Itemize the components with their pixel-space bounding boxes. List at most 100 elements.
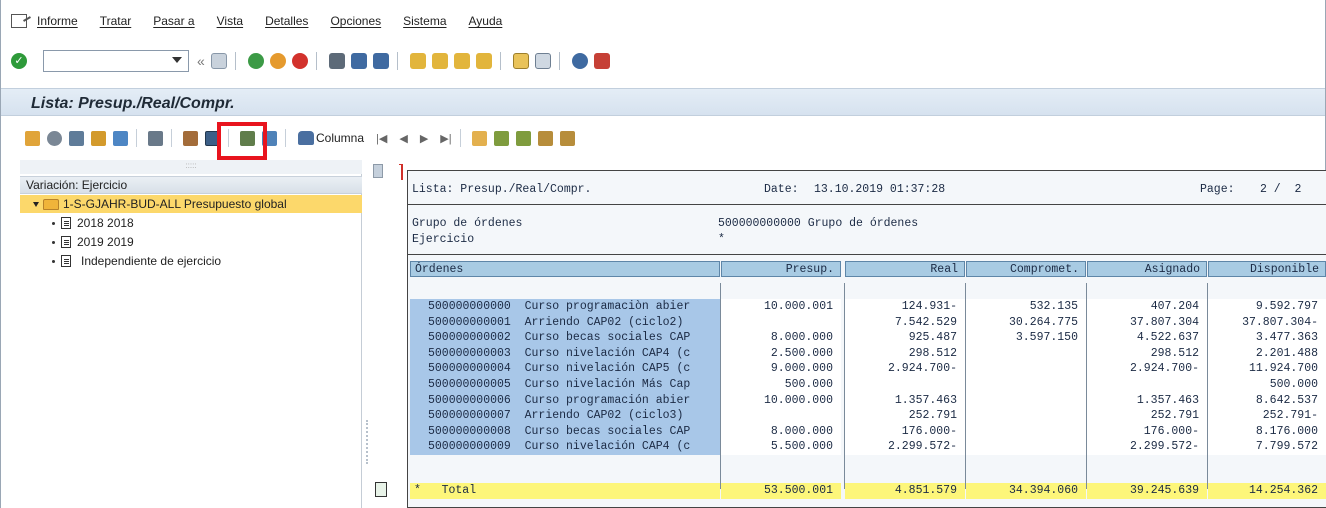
table-row-label: 500000000000 Curso programaciòn abier xyxy=(410,299,720,315)
find-icon[interactable] xyxy=(350,53,367,69)
column-header: Asignado xyxy=(1087,261,1207,277)
table-cell: 176.000- xyxy=(1087,423,1207,440)
report-selection-info: Grupo de órdenes 500000000000 Grupo de ó… xyxy=(408,205,1326,255)
tree-root-node[interactable]: 1-S-GJAHR-BUD-ALL Presupuesto global xyxy=(20,195,362,213)
column-header: Compromet. xyxy=(966,261,1086,277)
date-label: Date: xyxy=(764,183,799,196)
enter-check-icon[interactable]: ✓ xyxy=(11,53,27,69)
last-page-icon[interactable] xyxy=(475,53,492,69)
command-field[interactable] xyxy=(43,50,189,72)
table-cell xyxy=(966,392,1086,409)
exit-icon[interactable] xyxy=(269,53,286,69)
layout-menu-icon[interactable] xyxy=(593,53,610,69)
save-icon[interactable] xyxy=(210,53,227,69)
collapse-chevron[interactable]: « xyxy=(197,53,205,69)
table-cell: 9.592.797 xyxy=(1208,299,1326,315)
last-column-icon[interactable]: ▶| xyxy=(440,132,451,145)
column-button[interactable]: Columna xyxy=(298,131,364,145)
table-cell xyxy=(721,408,841,425)
table-cell: 3.477.363 xyxy=(1208,330,1326,347)
table-cell: 7.799.572 xyxy=(1208,439,1326,456)
menu-sistema[interactable]: Sistema xyxy=(403,14,446,28)
help-icon[interactable] xyxy=(571,53,588,69)
chevron-down-icon[interactable] xyxy=(172,57,182,63)
table-cell: 2.924.700- xyxy=(845,361,965,378)
menu-tratar[interactable]: Tratar xyxy=(100,14,132,28)
expand-triangle-icon[interactable] xyxy=(33,201,39,207)
table-cell: 2.299.572- xyxy=(1087,439,1207,456)
menu-detalles[interactable]: Detalles xyxy=(265,14,308,28)
report-date: 13.10.2019 01:37:28 xyxy=(814,183,946,196)
table-cell: 407.204 xyxy=(1087,299,1207,315)
table-cell: 37.807.304- xyxy=(1208,314,1326,331)
tree-item-2019[interactable]: 2019 2019 xyxy=(20,233,362,251)
tree-item-2018[interactable]: 2018 2018 xyxy=(20,214,362,232)
cancel-icon[interactable] xyxy=(291,53,308,69)
left-navigation-panel: ::::: Variación: Ejercicio 1-S-GJAHR-BUD… xyxy=(20,160,362,508)
table-cell: 10.000.001 xyxy=(721,299,841,315)
table-cell xyxy=(845,377,965,393)
filter-icon[interactable] xyxy=(148,130,163,146)
column-label: Columna xyxy=(316,131,365,145)
tree-expand-icon[interactable] xyxy=(493,130,509,146)
tree-header: Variación: Ejercicio xyxy=(20,176,362,194)
table-cell: 10.000.000 xyxy=(721,392,841,409)
column-divider xyxy=(1086,283,1087,489)
total-cell: 39.245.639 xyxy=(1087,483,1207,499)
binoculars-icon xyxy=(298,131,314,145)
clipboard-icon[interactable] xyxy=(375,482,387,497)
menu-vista[interactable]: Vista xyxy=(217,14,243,28)
find-next-icon[interactable] xyxy=(372,53,389,69)
table-cell: 4.522.637 xyxy=(1087,330,1207,347)
menu-opciones[interactable]: Opciones xyxy=(330,14,381,28)
previous-page-icon[interactable] xyxy=(431,53,448,69)
menu-informe[interactable]: Informe xyxy=(37,14,78,28)
menu-pasar-a[interactable]: Pasar a xyxy=(153,14,194,28)
print-icon[interactable] xyxy=(328,53,345,69)
menu-ayuda[interactable]: Ayuda xyxy=(469,14,503,28)
first-column-icon[interactable]: |◀ xyxy=(376,132,387,145)
info-icon[interactable] xyxy=(113,130,128,146)
document-icon xyxy=(61,217,71,229)
table-cell xyxy=(966,345,1086,362)
table-cell xyxy=(1087,377,1207,393)
back-icon[interactable] xyxy=(247,53,264,69)
table-cell: 3.597.150 xyxy=(966,330,1086,347)
layout-icon[interactable] xyxy=(91,130,106,146)
table-cell xyxy=(966,408,1086,425)
shortcut-icon[interactable] xyxy=(534,53,551,69)
tree-item-independent[interactable]: Independiente de ejercicio xyxy=(20,252,362,270)
hierarchy-icon[interactable] xyxy=(25,130,40,146)
table-row-label: 500000000009 Curso nivelación CAP4 (c xyxy=(410,439,720,456)
table-cell: 5.500.000 xyxy=(721,439,841,456)
year-label: Ejercicio xyxy=(412,233,475,246)
sort-icon[interactable] xyxy=(183,130,198,146)
table-cell: 30.264.775 xyxy=(966,314,1086,331)
total-cell: 34.394.060 xyxy=(966,483,1086,499)
red-highlight-box xyxy=(217,122,267,160)
table-cell: 8.000.000 xyxy=(721,330,841,347)
tree-collapse-icon[interactable] xyxy=(515,130,531,146)
column-header: Presup. xyxy=(721,261,841,277)
report-header: Lista: Presup./Real/Compr. Date: 13.10.2… xyxy=(408,171,1326,205)
new-session-icon[interactable] xyxy=(512,53,529,69)
next-column-icon[interactable]: ▶ xyxy=(420,132,428,145)
tree-root-label: 1-S-GJAHR-BUD-ALL Presupuesto global xyxy=(63,197,287,211)
table-row-label: 500000000001 Arriendo CAP02 (ciclo2) xyxy=(410,314,720,331)
variables-icon[interactable] xyxy=(69,130,84,146)
command-input[interactable] xyxy=(44,51,164,71)
system-toolbar: ✓ « xyxy=(1,48,1325,74)
panel-grip[interactable]: ::::: xyxy=(20,160,362,174)
settings-icon[interactable] xyxy=(47,130,62,146)
column-divider xyxy=(844,283,845,489)
copy-icon[interactable] xyxy=(471,130,487,146)
exit-menu-icon[interactable] xyxy=(11,14,27,28)
next-page-icon[interactable] xyxy=(453,53,470,69)
sum-icon[interactable] xyxy=(537,130,553,146)
first-page-icon[interactable] xyxy=(409,53,426,69)
previous-column-icon[interactable]: ◀ xyxy=(399,132,407,145)
hide-icon[interactable] xyxy=(559,130,575,146)
column-divider xyxy=(720,283,721,489)
table-cell: 11.924.700 xyxy=(1208,361,1326,378)
splitter-grip[interactable] xyxy=(366,420,368,464)
